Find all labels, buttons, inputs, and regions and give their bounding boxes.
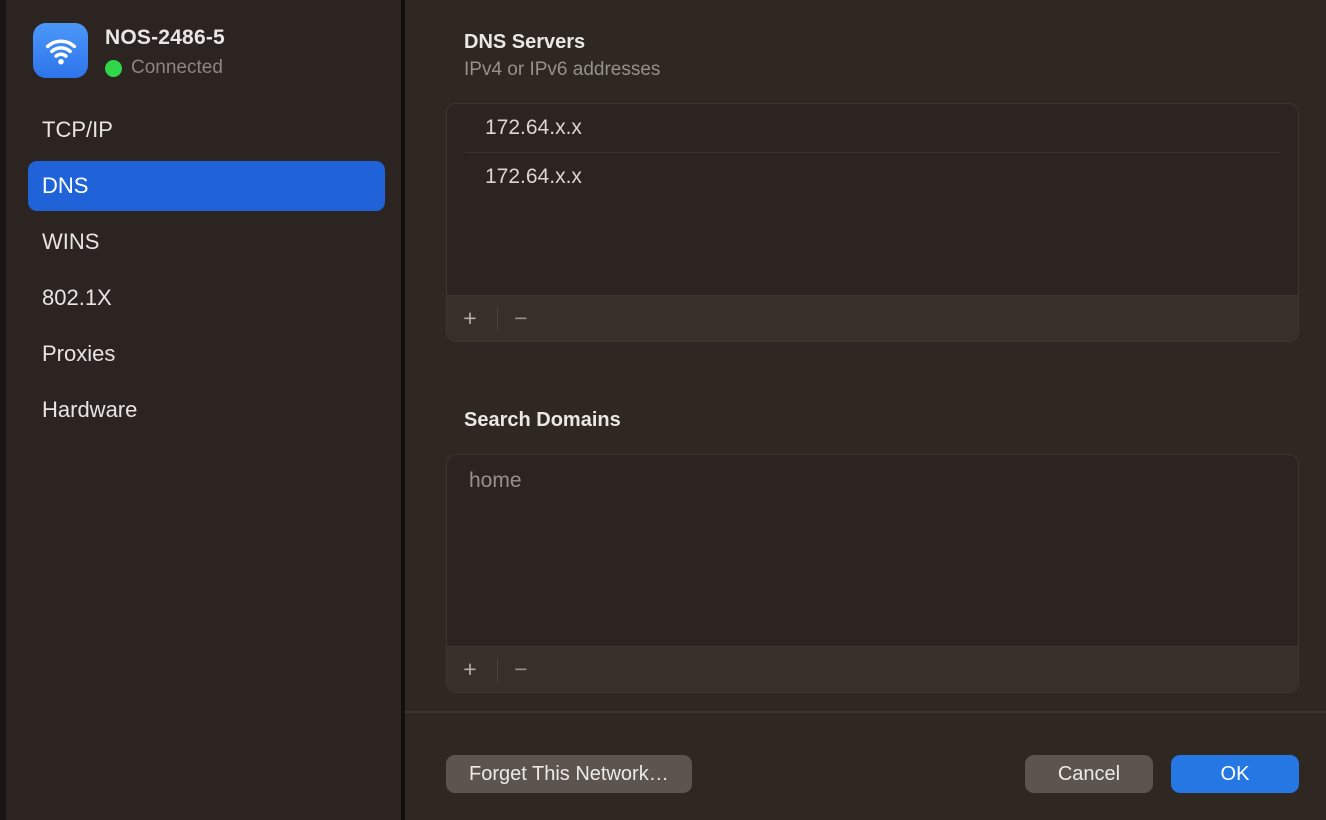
add-search-domain-button[interactable]: + xyxy=(457,658,483,681)
network-details-window: NOS-2486-5 Connected TCP/IP DNS WINS 802… xyxy=(0,0,1326,820)
search-domains-list-box: home + − xyxy=(446,454,1299,693)
action-button-row: Forget This Network… Cancel OK xyxy=(446,755,1299,793)
dialog-buttons: Cancel OK xyxy=(1025,755,1299,793)
sidebar-item-dns[interactable]: DNS xyxy=(28,161,385,211)
footer-divider xyxy=(405,711,1326,713)
remove-search-domain-button[interactable]: − xyxy=(508,658,534,681)
dns-servers-header: DNS Servers IPv4 or IPv6 addresses xyxy=(464,0,1299,81)
search-domains-toolbar: + − xyxy=(447,646,1298,692)
sidebar-item-8021x[interactable]: 802.1X xyxy=(28,273,385,323)
forget-network-button[interactable]: Forget This Network… xyxy=(446,755,692,793)
connected-status-label: Connected xyxy=(131,57,223,79)
search-domains-header: Search Domains xyxy=(464,408,1299,432)
cancel-button[interactable]: Cancel xyxy=(1025,755,1153,793)
dns-server-row[interactable]: 172.64.x.x xyxy=(447,153,1298,201)
dns-servers-subtitle: IPv4 or IPv6 addresses xyxy=(464,59,1299,81)
add-dns-server-button[interactable]: + xyxy=(457,307,483,330)
wifi-icon xyxy=(33,23,88,78)
dns-server-row[interactable]: 172.64.x.x xyxy=(447,104,1298,152)
dns-servers-list-box: 172.64.x.x 172.64.x.x + − xyxy=(446,103,1299,342)
sidebar-item-wins[interactable]: WINS xyxy=(28,217,385,267)
sidebar-item-hardware[interactable]: Hardware xyxy=(28,385,385,435)
sidebar-nav: TCP/IP DNS WINS 802.1X Proxies Hardware xyxy=(6,105,401,435)
sidebar: NOS-2486-5 Connected TCP/IP DNS WINS 802… xyxy=(6,0,401,820)
search-domain-row[interactable]: home xyxy=(447,455,1298,493)
dns-settings-panel: DNS Servers IPv4 or IPv6 addresses 172.6… xyxy=(405,0,1326,820)
network-status: Connected xyxy=(105,57,225,79)
search-domains-list: home xyxy=(447,455,1298,646)
dns-servers-title: DNS Servers xyxy=(464,30,1299,54)
toolbar-divider xyxy=(497,658,498,682)
remove-dns-server-button[interactable]: − xyxy=(508,307,534,330)
network-header-text: NOS-2486-5 Connected xyxy=(105,23,225,79)
network-name: NOS-2486-5 xyxy=(105,26,225,50)
sidebar-item-tcpip[interactable]: TCP/IP xyxy=(28,105,385,155)
dns-servers-list: 172.64.x.x 172.64.x.x xyxy=(447,104,1298,295)
network-header: NOS-2486-5 Connected xyxy=(6,23,401,79)
connected-status-dot xyxy=(105,60,122,77)
search-domains-title: Search Domains xyxy=(464,408,1299,432)
dns-servers-toolbar: + − xyxy=(447,295,1298,341)
sidebar-item-proxies[interactable]: Proxies xyxy=(28,329,385,379)
ok-button[interactable]: OK xyxy=(1171,755,1299,793)
toolbar-divider xyxy=(497,307,498,331)
